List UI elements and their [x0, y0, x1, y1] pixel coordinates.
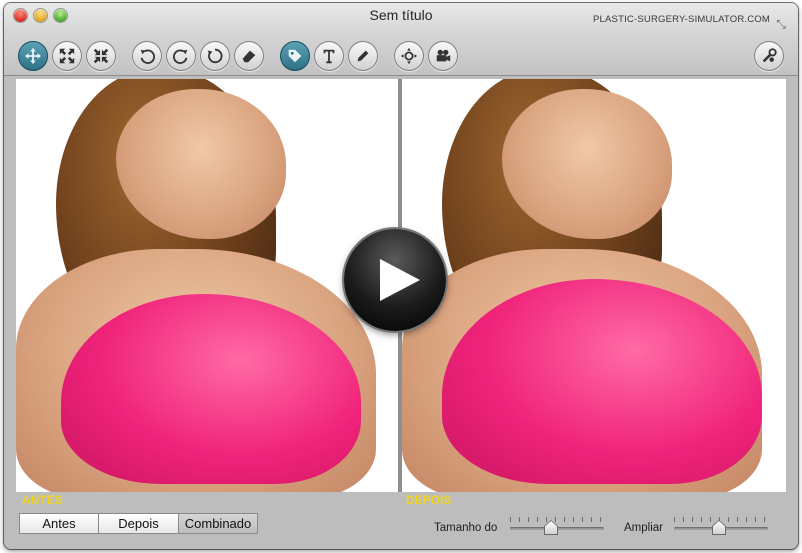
undo-icon [140, 49, 155, 64]
reset-button[interactable] [200, 41, 230, 71]
reset-icon [207, 48, 223, 64]
pencil-icon [357, 50, 369, 62]
move-arrows-icon [24, 47, 42, 65]
view-mode-antes[interactable]: Antes [20, 514, 98, 533]
redo-icon [173, 49, 188, 64]
contract-tool-button[interactable] [86, 41, 116, 71]
settings-tools-icon [762, 48, 777, 63]
app-window: Sem título PLASTIC-SURGERY-SIMULATOR.COM… [4, 3, 798, 549]
brand-label: PLASTIC-SURGERY-SIMULATOR.COM [592, 14, 770, 25]
before-label: ANTES [22, 493, 63, 507]
tag-tool-button[interactable] [280, 41, 310, 71]
panel-labels: ANTES DEPOIS [4, 492, 798, 508]
after-image[interactable] [402, 79, 786, 492]
pencil-tool-button[interactable] [348, 41, 378, 71]
view-mode-selector: Antes Depois Combinado [19, 513, 258, 534]
play-button[interactable] [344, 229, 446, 331]
text-icon [323, 49, 335, 64]
size-slider[interactable] [510, 517, 604, 537]
zoom-slider-ticks [674, 517, 768, 522]
tag-icon [288, 49, 302, 63]
text-tool-button[interactable] [314, 41, 344, 71]
play-icon [380, 259, 420, 301]
fullscreen-icon[interactable]: ⤡ [774, 17, 788, 31]
before-image[interactable] [16, 79, 398, 492]
video-tool-button[interactable] [428, 41, 458, 71]
zoom-slider-label: Ampliar [624, 522, 663, 534]
contract-icon [93, 48, 109, 64]
settings-button[interactable] [754, 41, 784, 71]
view-mode-depois[interactable]: Depois [99, 514, 178, 533]
video-camera-icon [436, 49, 451, 62]
expand-tool-button[interactable] [52, 41, 82, 71]
size-slider-label: Tamanho do [434, 522, 498, 534]
size-slider-ticks [510, 517, 604, 522]
zoom-tool-button[interactable] [394, 41, 424, 71]
view-mode-combinado[interactable]: Combinado [179, 514, 257, 533]
move-tool-button[interactable] [18, 41, 48, 71]
zoom-slider-thumb[interactable] [713, 521, 725, 534]
title-toolbar: Sem título PLASTIC-SURGERY-SIMULATOR.COM… [4, 3, 798, 76]
eraser-button[interactable] [234, 41, 264, 71]
undo-button[interactable] [132, 41, 162, 71]
after-label: DEPOIS [406, 493, 452, 507]
redo-button[interactable] [166, 41, 196, 71]
size-slider-thumb[interactable] [545, 521, 557, 534]
zoom-slider[interactable] [674, 517, 768, 537]
crosshair-zoom-icon [400, 47, 418, 65]
eraser-icon [242, 50, 256, 63]
expand-icon [59, 48, 75, 64]
